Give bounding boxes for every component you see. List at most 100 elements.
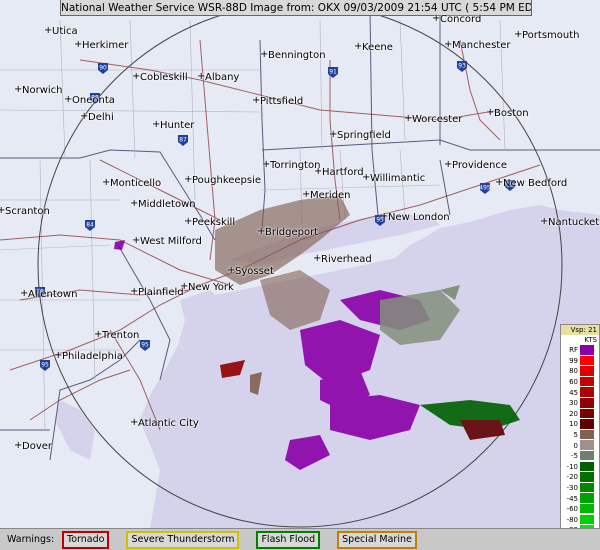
legend-row-label: -10 xyxy=(566,462,578,471)
city-label: Springfield xyxy=(329,129,391,141)
city-label: Keene xyxy=(354,41,393,53)
legend-row: -20 xyxy=(561,472,599,483)
interstate-shield-label: 84 xyxy=(86,222,94,229)
city-label: Providence xyxy=(444,159,507,171)
city-label: Bennington xyxy=(260,49,325,61)
legend-swatch xyxy=(580,503,594,515)
warning-severe-thunderstorm: Severe Thunderstorm xyxy=(126,530,240,549)
interstate-shield-label: 90 xyxy=(99,65,107,72)
city-label: Middletown xyxy=(130,198,196,210)
legend-row: -80 xyxy=(561,514,599,526)
legend-swatch xyxy=(580,376,594,388)
legend-row-label: 0 xyxy=(573,441,578,450)
interstate-shield-label: 495 xyxy=(479,185,491,192)
city-label: West Milford xyxy=(132,235,202,247)
legend-swatch xyxy=(580,345,594,356)
city-label: Albany xyxy=(197,71,239,83)
warnings-label: Warnings: xyxy=(7,534,55,545)
legend-row-label: 10 xyxy=(569,420,578,429)
city-label: Manchester xyxy=(444,39,511,51)
legend-row: -60 xyxy=(561,503,599,515)
interstate-shield-label: 95 xyxy=(141,342,149,349)
legend-row-label: -80 xyxy=(566,515,578,524)
legend-row-label: 80 xyxy=(569,367,578,376)
legend-swatch xyxy=(580,355,594,367)
legend-swatch xyxy=(580,429,594,441)
legend-row: -30 xyxy=(561,482,599,494)
warning-tornado: Tornado xyxy=(62,530,110,549)
city-label: Atlantic City xyxy=(130,417,199,429)
legend-row: 20 xyxy=(561,408,599,420)
city-label: Philadelphia xyxy=(54,350,123,362)
city-label: Hunter xyxy=(152,119,194,131)
city-label: Bridgeport xyxy=(257,226,318,238)
city-label: Plainfield xyxy=(130,286,184,298)
interstate-shield-label: 93 xyxy=(458,63,466,70)
city-label: New Bedford xyxy=(495,177,567,189)
legend-swatch xyxy=(580,440,594,451)
legend-swatch xyxy=(580,514,594,526)
legend-swatch xyxy=(580,398,594,409)
city-label: Norwich xyxy=(14,84,62,96)
interstate-shield-label: 87 xyxy=(179,137,187,144)
legend-swatch xyxy=(580,493,594,504)
city-label: Portsmouth xyxy=(514,29,579,41)
warning-flash-flood: Flash Flood xyxy=(256,530,321,549)
legend-row: 5 xyxy=(561,429,599,441)
legend-swatch xyxy=(580,461,594,473)
legend-row: -45 xyxy=(561,493,599,504)
legend-row-label: -30 xyxy=(566,484,578,493)
legend-swatch xyxy=(580,408,594,420)
legend-row: 30 xyxy=(561,398,599,409)
city-label: Allentown xyxy=(20,288,78,300)
legend-row: 80 xyxy=(561,366,599,377)
city-label: Trenton xyxy=(94,329,139,341)
city-label: Dover xyxy=(14,440,52,452)
legend-row-label: -20 xyxy=(566,473,578,482)
legend-row: 45 xyxy=(561,387,599,398)
legend-swatch xyxy=(580,450,594,462)
interstate-shield-label: 91 xyxy=(329,69,337,76)
legend-title: Vsp: 21 xyxy=(561,325,599,335)
city-label: Concord xyxy=(432,13,481,25)
legend-row: RF xyxy=(561,345,599,356)
city-label: Poughkeepsie xyxy=(184,174,261,186)
legend-row-label: 20 xyxy=(569,409,578,418)
city-label: Pittsfield xyxy=(252,95,303,107)
legend-row: 10 xyxy=(561,419,599,430)
legend-row: -10 xyxy=(561,461,599,473)
city-label: Peekskill xyxy=(184,216,235,228)
radar-map: 90 88 87 91 93 84 95 495 95 78 95 95 xyxy=(0,0,600,550)
city-label: Scranton xyxy=(0,205,50,217)
city-label: Oneonta xyxy=(64,94,115,106)
legend-swatch xyxy=(580,419,594,430)
legend-row-label: -45 xyxy=(566,494,578,503)
legend-row-label: 99 xyxy=(569,356,578,365)
city-label: Riverhead xyxy=(313,253,372,265)
legend-row-label: RF xyxy=(569,346,578,355)
city-label: Syosset xyxy=(227,265,274,277)
legend-row: 0 xyxy=(561,440,599,451)
legend-row-label: 5 xyxy=(573,431,578,440)
city-label: Torrington xyxy=(262,159,320,171)
legend-row: -5 xyxy=(561,450,599,462)
legend-swatch xyxy=(580,387,594,398)
legend-swatch xyxy=(580,366,594,377)
legend-units: KTS xyxy=(584,336,597,344)
city-label: Utica xyxy=(44,25,78,37)
city-label: Cobleskill xyxy=(132,71,188,83)
warnings-bar: Warnings: Tornado Severe Thunderstorm Fl… xyxy=(0,528,600,550)
city-label: Meriden xyxy=(302,189,350,201)
legend-row: 60 xyxy=(561,376,599,388)
city-label: New York xyxy=(180,281,234,293)
city-label: Delhi xyxy=(80,111,114,123)
legend-row-label: 45 xyxy=(569,388,578,397)
city-label: Worcester xyxy=(404,113,462,125)
city-label: Hartford xyxy=(314,166,364,178)
legend-swatch xyxy=(580,472,594,483)
interstate-shield-label: 95 xyxy=(41,362,49,369)
city-label: Boston xyxy=(486,107,528,119)
city-label: Willimantic xyxy=(362,172,425,184)
legend-row: 99 xyxy=(561,355,599,367)
warning-special-marine: Special Marine xyxy=(337,530,417,549)
